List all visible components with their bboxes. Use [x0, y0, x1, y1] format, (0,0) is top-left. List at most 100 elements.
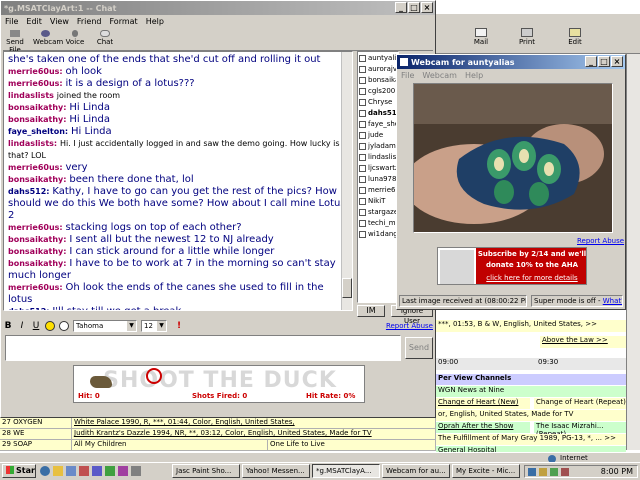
listing-cell[interactable]: WGN News at Nine	[436, 386, 626, 397]
outlook-icon[interactable]	[53, 466, 63, 476]
task-webcam[interactable]: Webcam for au...	[382, 464, 450, 478]
chat-scrollbar[interactable]	[341, 52, 352, 310]
chat-nickname[interactable]: dahs512:	[8, 307, 49, 310]
chat-nickname[interactable]: lindaslists	[8, 91, 54, 100]
user-list-item[interactable]: merrie60u	[359, 185, 397, 196]
user-list-item[interactable]: stargazer	[359, 207, 397, 218]
print-button[interactable]: Print	[514, 28, 540, 46]
user-list-item[interactable]: NikiT	[359, 196, 397, 207]
chat-nickname[interactable]: bonsaikathy:	[8, 103, 66, 112]
tray-icon[interactable]	[528, 467, 536, 476]
close-button[interactable]: ×	[611, 56, 623, 67]
user-list-item[interactable]: lindaslists	[359, 152, 397, 163]
report-abuse-link[interactable]: Report Abuse	[386, 322, 433, 330]
tray-icon[interactable]	[561, 467, 569, 476]
user-list-item[interactable]: aurorajv	[359, 64, 397, 75]
scroll-thumb[interactable]	[342, 278, 352, 298]
menu-view[interactable]: View	[50, 17, 69, 26]
chat-nickname[interactable]: merrie60us:	[8, 163, 63, 172]
message-input[interactable]	[5, 335, 401, 361]
app-icon[interactable]	[118, 466, 128, 476]
menu-file[interactable]: File	[401, 71, 414, 80]
close-button[interactable]: ×	[421, 2, 433, 13]
chat-nickname[interactable]: faye_shelton:	[8, 127, 68, 136]
maximize-button[interactable]: □	[598, 56, 610, 67]
ad-cta[interactable]: click here for more details	[476, 272, 586, 284]
im-button[interactable]: IM	[357, 305, 385, 317]
webcam-button[interactable]: Webcam	[33, 29, 63, 50]
ie-icon[interactable]	[40, 466, 50, 476]
browser-scrollbar[interactable]	[626, 54, 640, 450]
app-icon[interactable]	[92, 466, 102, 476]
menu-friend[interactable]: Friend	[77, 17, 102, 26]
voice-button[interactable]: Voice	[63, 29, 87, 50]
color-icon[interactable]	[59, 321, 69, 331]
bold-button[interactable]: B	[3, 321, 13, 331]
user-list-item[interactable]: Chryse	[359, 97, 397, 108]
maximize-button[interactable]: □	[408, 2, 420, 13]
app-icon[interactable]	[131, 466, 141, 476]
underline-button[interactable]: U	[31, 321, 41, 331]
user-list-item[interactable]: jyladams	[359, 141, 397, 152]
user-list-item[interactable]: ljcswartz	[359, 163, 397, 174]
chat-nickname[interactable]: bonsaikathy:	[8, 235, 66, 244]
chat-nickname[interactable]: merrie60us:	[8, 67, 63, 76]
start-button[interactable]: Start	[2, 464, 36, 478]
send-file-button[interactable]: Send File	[3, 29, 27, 54]
menu-help[interactable]: Help	[465, 71, 483, 80]
show-link[interactable]: Judith Krantz's Dazzle 1994, NR, **, 03:…	[72, 429, 436, 439]
report-abuse-link[interactable]: Report Abuse	[577, 237, 624, 245]
italic-button[interactable]: I	[17, 321, 27, 331]
chat-log[interactable]: she's taken one of the ends that she'd c…	[3, 51, 353, 311]
alert-icon[interactable]: !	[177, 321, 181, 331]
chat-nickname[interactable]: merrie60us:	[8, 283, 63, 292]
webcam-title-bar[interactable]: Webcam for auntyalias _ □ ×	[397, 55, 625, 69]
menu-format[interactable]: Format	[109, 17, 137, 26]
smiley-icon[interactable]	[45, 321, 55, 331]
menu-help[interactable]: Help	[146, 17, 164, 26]
chat-nickname[interactable]: lindaslists:	[8, 139, 57, 148]
chat-title-bar[interactable]: *g.MSATClayArt:1 -- Chat _ □ ×	[1, 1, 435, 15]
menu-webcam[interactable]: Webcam	[422, 71, 457, 80]
task-excite[interactable]: My Excite - Mic...	[452, 464, 520, 478]
user-list-item[interactable]: jude	[359, 130, 397, 141]
app-icon[interactable]	[79, 466, 89, 476]
tray-icon[interactable]	[550, 467, 558, 476]
tray-icon[interactable]	[539, 467, 547, 476]
chat-nickname[interactable]: dahs512:	[8, 187, 49, 196]
edit-button[interactable]: Edit	[562, 28, 588, 46]
chat-nickname[interactable]: bonsaikathy:	[8, 247, 66, 256]
subscribe-ad-banner[interactable]: Subscribe by 2/14 and we'll donate 10% t…	[437, 247, 587, 285]
user-list-item[interactable]: faye_shel	[359, 119, 397, 130]
minimize-button[interactable]: _	[585, 56, 597, 67]
clock[interactable]: 8:00 PM	[601, 467, 633, 476]
user-list-item[interactable]: dahs512	[359, 108, 397, 119]
whats-this-link[interactable]: What's this?	[603, 297, 622, 305]
font-size-select[interactable]: 12 ▼	[141, 320, 167, 332]
send-button[interactable]: Send	[405, 337, 433, 359]
show-link[interactable]: One Life to Live	[268, 440, 436, 450]
menu-file[interactable]: File	[5, 17, 18, 26]
chat-nickname[interactable]: merrie60us:	[8, 79, 63, 88]
user-list-item[interactable]: cgls2001	[359, 86, 397, 97]
task-paint-shop[interactable]: Jasc Paint Sho...	[172, 464, 240, 478]
task-yahoo-messenger[interactable]: Yahoo! Messen...	[242, 464, 310, 478]
listing-cell[interactable]: The Isaac Mizrahi... (Repeat)	[534, 422, 626, 438]
user-list-item[interactable]: auntyalias	[359, 53, 397, 64]
chat-nickname[interactable]: merrie60us:	[8, 223, 63, 232]
listing-cell[interactable]: Above the Law >>	[540, 336, 626, 348]
font-select[interactable]: Tahoma ▼	[73, 320, 137, 332]
app-icon[interactable]	[105, 466, 115, 476]
listing-cell[interactable]: Change of Heart (New)	[436, 398, 530, 409]
show-link[interactable]: White Palace 1990, R, ***, 01:44, Color,…	[72, 418, 436, 428]
menu-edit[interactable]: Edit	[26, 17, 42, 26]
listing-cell[interactable]: The Fulfillment of Mary Gray 1989, PG-13…	[436, 434, 626, 445]
chat-nickname[interactable]: bonsaikathy:	[8, 115, 66, 124]
minimize-button[interactable]: _	[395, 2, 407, 13]
chat-nickname[interactable]: bonsaikathy:	[8, 175, 66, 184]
user-list-item[interactable]: techi_mor	[359, 218, 397, 229]
user-list-item[interactable]: wi1dangl	[359, 229, 397, 240]
chat-button[interactable]: Chat	[93, 29, 117, 50]
user-list-item[interactable]: bonsaikath	[359, 75, 397, 86]
listing-cell[interactable]: ***, 01:53, B & W, English, United State…	[436, 320, 626, 332]
